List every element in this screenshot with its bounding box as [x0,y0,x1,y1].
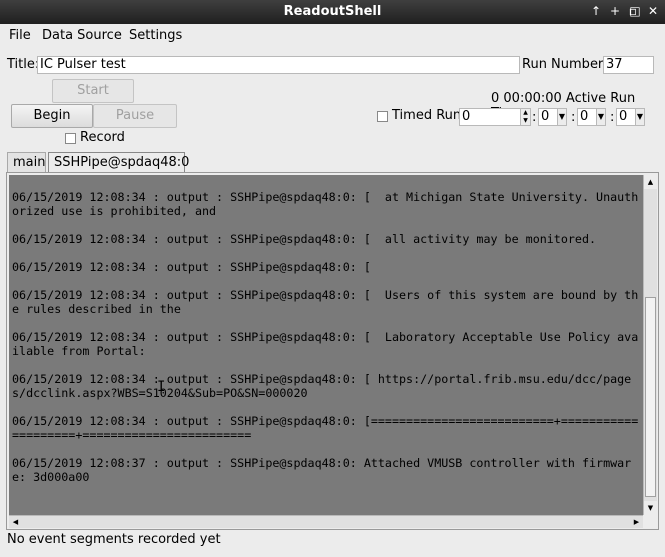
output-line: 06/15/2019 12:08:34 : output : SSHPipe@s… [12,232,597,246]
menu-bar: File Data Source Settings [0,24,665,48]
record-checkbox[interactable] [65,133,76,144]
title-field[interactable]: IC Pulser test [37,56,520,74]
output-text[interactable]: 06/15/2019 12:08:34 : output : SSHPipe@s… [9,175,643,515]
status-bar: No event segments recorded yet [7,532,221,547]
hours-dropdown-icon[interactable]: ▼ [557,108,567,126]
scroll-right-icon[interactable]: ▶ [630,516,643,528]
record-label: Record [80,130,125,145]
scroll-up-icon[interactable]: ▲ [644,175,657,189]
timed-run-checkbox[interactable] [377,111,388,122]
seconds-dropdown-icon[interactable]: ▼ [635,108,645,126]
spin-arrows-icon[interactable]: ▲ ▼ [520,109,530,125]
shade-icon[interactable]: + [607,3,623,19]
seconds-field[interactable]: 0 [616,108,636,126]
timed-run-label: Timed Run [392,108,462,123]
start-button[interactable]: Start [52,79,134,103]
output-line: 06/15/2019 12:08:34 : output : SSHPipe@s… [12,372,632,400]
hours-value: 0 [541,109,550,124]
window-title: ReadoutShell [283,4,382,19]
output-line: 06/15/2019 12:08:34 : output : SSHPipe@s… [12,260,371,274]
tab-sshpipe[interactable]: SSHPipe@spdaq48:0 [48,152,189,173]
maximize-icon[interactable]: □ [627,3,643,19]
keep-above-icon[interactable]: ↑ [588,3,604,19]
scroll-left-icon[interactable]: ◀ [9,516,22,528]
menu-data-source[interactable]: Data Source [42,28,122,43]
vertical-scrollbar[interactable]: ▲ ▼ [643,175,657,515]
run-number-field[interactable]: 37 [603,56,654,74]
run-number-label: Run Number: [522,57,608,72]
seconds-value: 0 [619,109,628,124]
menu-file[interactable]: File [9,28,31,43]
output-line: 06/15/2019 12:08:34 : output : SSHPipe@s… [12,414,639,442]
minutes-dropdown-icon[interactable]: ▼ [596,108,606,126]
close-icon[interactable]: ✕ [645,3,661,19]
minutes-field[interactable]: 0 [577,108,597,126]
output-line: 06/15/2019 12:08:37 : output : SSHPipe@s… [12,456,632,484]
output-line: 06/15/2019 12:08:34 : output : SSHPipe@s… [12,330,639,358]
days-value: 0 [462,109,471,124]
scroll-down-icon[interactable]: ▼ [644,501,657,515]
title-label: Title: [7,57,40,72]
horizontal-scrollbar[interactable]: ◀ ▶ [9,515,643,528]
output-panel: 06/15/2019 12:08:34 : output : SSHPipe@s… [6,172,659,530]
scroll-thumb[interactable] [645,297,656,497]
title-bar: ReadoutShell ↑ + ▫ □ ✕ [0,0,665,24]
ibeam-cursor-icon: I [157,379,166,395]
output-line: 06/15/2019 12:08:34 : output : SSHPipe@s… [12,190,639,218]
menu-settings[interactable]: Settings [129,28,182,43]
minutes-value: 0 [580,109,589,124]
begin-button[interactable]: Begin [11,104,93,128]
time-separator: : [571,110,576,125]
time-separator: : [610,110,615,125]
pause-button[interactable]: Pause [93,104,177,128]
time-separator: : [532,110,537,125]
output-line: 06/15/2019 12:08:34 : output : SSHPipe@s… [12,288,639,316]
hours-field[interactable]: 0 [538,108,558,126]
tab-main[interactable]: main [7,152,46,173]
days-spinbox[interactable]: 0 ▲ ▼ [459,108,531,126]
